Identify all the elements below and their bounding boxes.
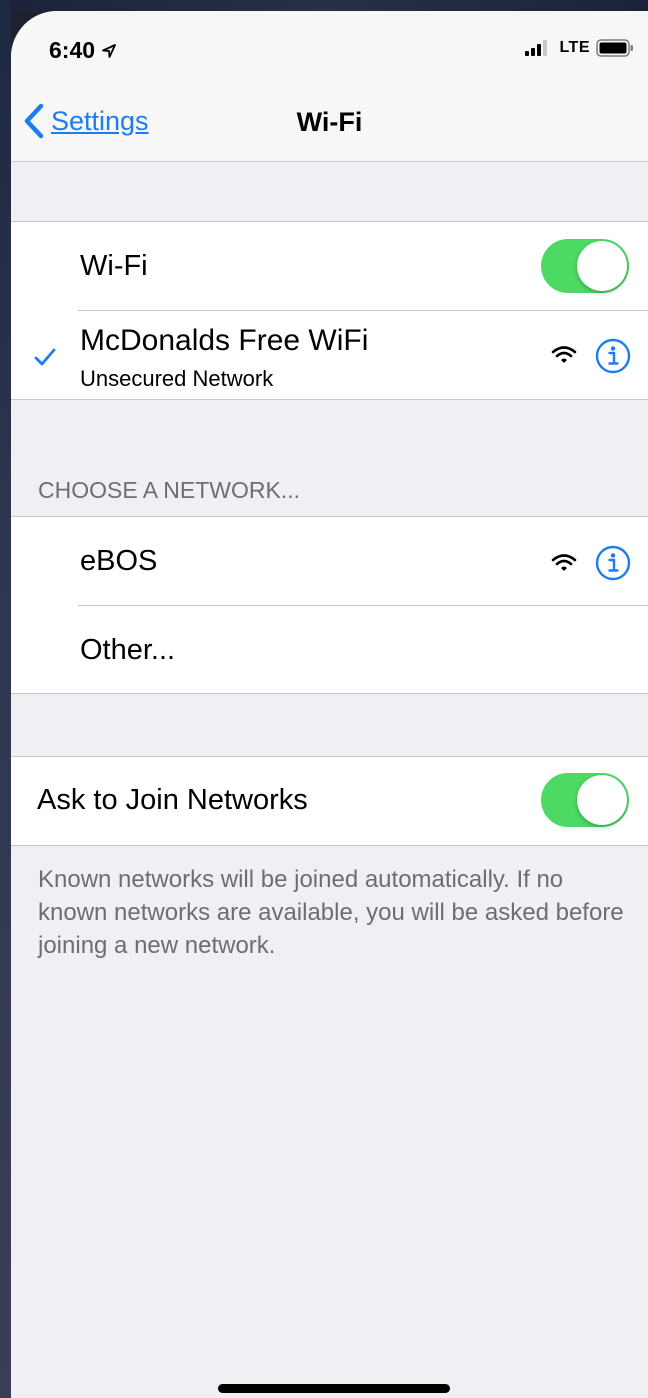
status-time: 6:40 bbox=[49, 37, 117, 64]
page-title: Wi-Fi bbox=[296, 107, 363, 137]
choose-network-header: CHOOSE A NETWORK... bbox=[38, 477, 300, 503]
info-icon[interactable] bbox=[595, 338, 631, 374]
other-network-row[interactable]: Other... bbox=[11, 606, 648, 693]
ask-to-join-description: Known networks will be joined automatica… bbox=[38, 866, 624, 959]
device-bezel-top bbox=[0, 0, 648, 11]
signal-bars-icon bbox=[525, 40, 548, 56]
info-icon[interactable] bbox=[595, 545, 631, 581]
status-indicators: LTE bbox=[525, 39, 634, 57]
network-type: LTE bbox=[559, 39, 590, 56]
wifi-toggle-row: Wi-Fi bbox=[11, 222, 648, 310]
top-bar: 6:40 LTE Settings Wi-Fi bbox=[11, 11, 648, 162]
location-arrow-icon bbox=[102, 43, 116, 58]
battery-icon bbox=[596, 39, 633, 57]
network-row-ebos[interactable]: eBOS bbox=[11, 517, 648, 605]
connected-network-subtitle: Unsecured Network bbox=[80, 366, 274, 391]
other-network-label: Other... bbox=[80, 634, 176, 666]
screen: 6:40 LTE Settings Wi-Fi Wi-Fi McDonalds … bbox=[11, 11, 648, 1398]
wifi-icon bbox=[551, 346, 577, 363]
ask-to-join-label: Ask to Join Networks bbox=[37, 784, 308, 816]
ask-to-join-group: Ask to Join Networks bbox=[11, 756, 648, 846]
network-name: eBOS bbox=[80, 545, 158, 577]
toggle-knob bbox=[577, 775, 627, 825]
status-time-label: 6:40 bbox=[49, 37, 96, 63]
available-networks-group: eBOS Other... bbox=[11, 516, 648, 694]
toggle-knob bbox=[577, 241, 627, 291]
home-indicator[interactable] bbox=[218, 1384, 450, 1393]
ask-to-join-row: Ask to Join Networks bbox=[11, 757, 648, 845]
device-bezel-left bbox=[0, 0, 11, 1398]
wifi-toggle-label: Wi-Fi bbox=[80, 250, 148, 282]
connected-network-row[interactable]: McDonalds Free WiFi Unsecured Network bbox=[11, 311, 648, 399]
wifi-icon bbox=[551, 554, 577, 571]
checkmark-icon bbox=[34, 348, 56, 366]
wifi-toggle[interactable] bbox=[541, 239, 629, 293]
wifi-group: Wi-Fi McDonalds Free WiFi Unsecured Netw… bbox=[11, 221, 648, 400]
ask-to-join-toggle[interactable] bbox=[541, 773, 629, 827]
connected-network-name: McDonalds Free WiFi bbox=[80, 324, 369, 357]
